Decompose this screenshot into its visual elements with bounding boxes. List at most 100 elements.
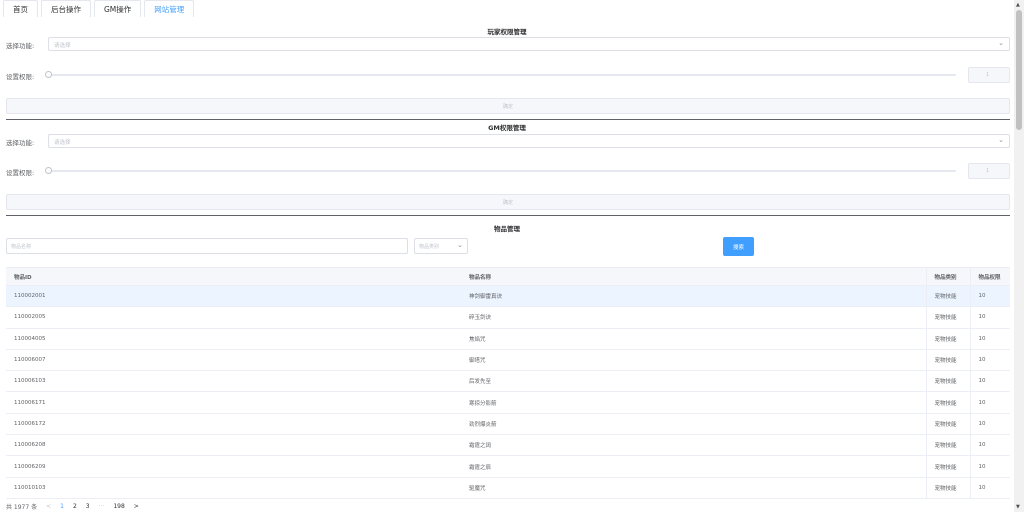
tab-bar: 首页 后台操作 GM操作 网站管理 (0, 0, 195, 18)
gm-function-select[interactable]: 请选择 ⌄ (48, 134, 1010, 148)
item-category-placeholder: 物品类别 (419, 244, 440, 250)
cell-category: 宠物技能 (925, 306, 970, 329)
cell-name: 霜霆之阔 (461, 434, 926, 457)
pagination-total: 共 1977 条 (6, 503, 38, 511)
pagination-next-button[interactable]: > (134, 503, 139, 510)
cell-name: 神剑御雷真诀 (461, 284, 926, 308)
cell-id: 110006007 (6, 348, 461, 372)
cell-id: 110006209 (6, 455, 461, 478)
gm-permission-slider-handle[interactable] (45, 167, 52, 174)
gm-permission-value: 1 (986, 168, 990, 174)
gm-function-placeholder: 请选择 (54, 140, 71, 146)
items-table: 物品ID 物品名称 物品类别 物品权限 110002001 神剑御雷真诀 宠物技… (6, 267, 1010, 499)
cell-name: 驱魔咒 (461, 476, 926, 499)
gm-confirm-button[interactable]: 确定 (6, 194, 1010, 210)
cell-name: 霜霆之辰 (461, 455, 926, 478)
player-permission-title: 玩家权限管理 (487, 28, 527, 36)
chevron-down-icon: ⌄ (998, 136, 1004, 144)
gm-permission-slider[interactable] (48, 170, 956, 172)
player-permission-slider[interactable] (48, 74, 956, 76)
page-scrollbar[interactable]: ▲ ▼ (1014, 0, 1024, 512)
player-function-label: 选择功能: (6, 42, 35, 50)
divider (6, 215, 1010, 216)
table-row[interactable]: 110004005 焦焰咒 宠物技能 10 (6, 327, 1010, 350)
cell-permission: 10 (969, 284, 1010, 308)
column-header-permission[interactable]: 物品权限 (969, 267, 1010, 286)
cell-permission: 10 (969, 370, 1010, 393)
tab-site-management[interactable]: 网站管理 (144, 0, 195, 17)
tab-gm-ops[interactable]: GM操作 (94, 0, 142, 17)
cell-name: 御塔咒 (461, 348, 926, 372)
cell-category: 宠物技能 (925, 476, 970, 499)
cell-id: 110006171 (6, 391, 461, 414)
tab-home[interactable]: 首页 (3, 0, 38, 17)
column-header-name[interactable]: 物品名称 (461, 267, 926, 286)
player-confirm-button[interactable]: 确定 (6, 98, 1010, 114)
table-row[interactable]: 110006209 霜霆之辰 宠物技能 10 (6, 455, 1010, 478)
player-function-placeholder: 请选择 (54, 43, 71, 49)
divider (6, 119, 1010, 120)
cell-permission: 10 (969, 455, 1010, 478)
cell-category: 宠物技能 (925, 348, 970, 372)
player-function-select[interactable]: 请选择 ⌄ (48, 37, 1010, 51)
pagination-page-3[interactable]: 3 (86, 503, 90, 510)
cell-id: 110010103 (6, 476, 461, 499)
table-row[interactable]: 110010103 驱魔咒 宠物技能 10 (6, 476, 1010, 499)
pagination-prev-button[interactable]: < (46, 503, 51, 510)
cell-name: 后发先至 (461, 370, 926, 393)
scroll-up-icon[interactable]: ▲ (1016, 2, 1020, 8)
cell-name: 劲烈爆炎箭 (461, 412, 926, 436)
cell-category: 宠物技能 (925, 434, 970, 457)
pagination-page-last[interactable]: 198 (113, 503, 124, 510)
cell-permission: 10 (969, 391, 1010, 414)
table-row[interactable]: 110006007 御塔咒 宠物技能 10 (6, 348, 1010, 372)
item-name-input[interactable]: 物品名称 (6, 238, 408, 254)
cell-category: 宠物技能 (925, 455, 970, 478)
cell-category: 宠物技能 (925, 412, 970, 436)
search-button[interactable]: 搜索 (723, 237, 754, 256)
cell-id: 110002001 (6, 284, 461, 308)
gm-permission-input[interactable]: 1 (968, 163, 1010, 179)
chevron-down-icon: ⌄ (998, 39, 1004, 47)
table-row[interactable]: 110006172 劲烈爆炎箭 宠物技能 10 (6, 412, 1010, 436)
table-row[interactable]: 110002005 碎玉剑诀 宠物技能 10 (6, 306, 1010, 329)
column-header-id[interactable]: 物品ID (6, 267, 461, 286)
cell-id: 110004005 (6, 327, 461, 350)
cell-name: 焦焰咒 (461, 327, 926, 350)
pagination-page-2[interactable]: 2 (73, 503, 77, 510)
scroll-down-icon[interactable]: ▼ (1016, 504, 1020, 510)
gm-permission-label: 设置权限: (6, 169, 35, 177)
table-row[interactable]: 110006208 霜霆之阔 宠物技能 10 (6, 434, 1010, 457)
cell-name: 寒掠分影箭 (461, 391, 926, 414)
player-permission-slider-handle[interactable] (45, 71, 52, 78)
cell-permission: 10 (969, 434, 1010, 457)
cell-permission: 10 (969, 306, 1010, 329)
cell-id: 110006208 (6, 434, 461, 457)
scrollbar-thumb[interactable] (1016, 10, 1022, 130)
table-header-row: 物品ID 物品名称 物品类别 物品权限 (6, 267, 1010, 286)
table-row[interactable]: 110002001 神剑御雷真诀 宠物技能 10 (6, 284, 1010, 308)
cell-permission: 10 (969, 348, 1010, 372)
tab-backend-ops[interactable]: 后台操作 (41, 0, 91, 17)
pagination: 共 1977 条 < 1 2 3 ··· 198 > (6, 501, 139, 511)
item-category-select[interactable]: 物品类别 ⌄ (414, 238, 468, 254)
column-header-category[interactable]: 物品类别 (925, 267, 970, 286)
cell-id: 110006172 (6, 412, 461, 436)
pagination-page-1[interactable]: 1 (60, 503, 64, 510)
cell-category: 宠物技能 (925, 327, 970, 350)
items-title: 物品管理 (494, 225, 520, 233)
cell-permission: 10 (969, 327, 1010, 350)
cell-permission: 10 (969, 476, 1010, 499)
cell-id: 110002005 (6, 306, 461, 329)
cell-category: 宠物技能 (925, 370, 970, 393)
chevron-down-icon: ⌄ (457, 241, 463, 249)
cell-name: 碎玉剑诀 (461, 306, 926, 329)
table-row[interactable]: 110006103 后发先至 宠物技能 10 (6, 370, 1010, 393)
item-name-placeholder: 物品名称 (11, 244, 32, 250)
player-permission-label: 设置权限: (6, 73, 35, 81)
cell-permission: 10 (969, 412, 1010, 436)
player-permission-input[interactable]: 1 (968, 67, 1010, 83)
pagination-ellipsis[interactable]: ··· (99, 503, 105, 510)
table-row[interactable]: 110006171 寒掠分影箭 宠物技能 10 (6, 391, 1010, 414)
gm-permission-title: GM权限管理 (488, 124, 526, 132)
